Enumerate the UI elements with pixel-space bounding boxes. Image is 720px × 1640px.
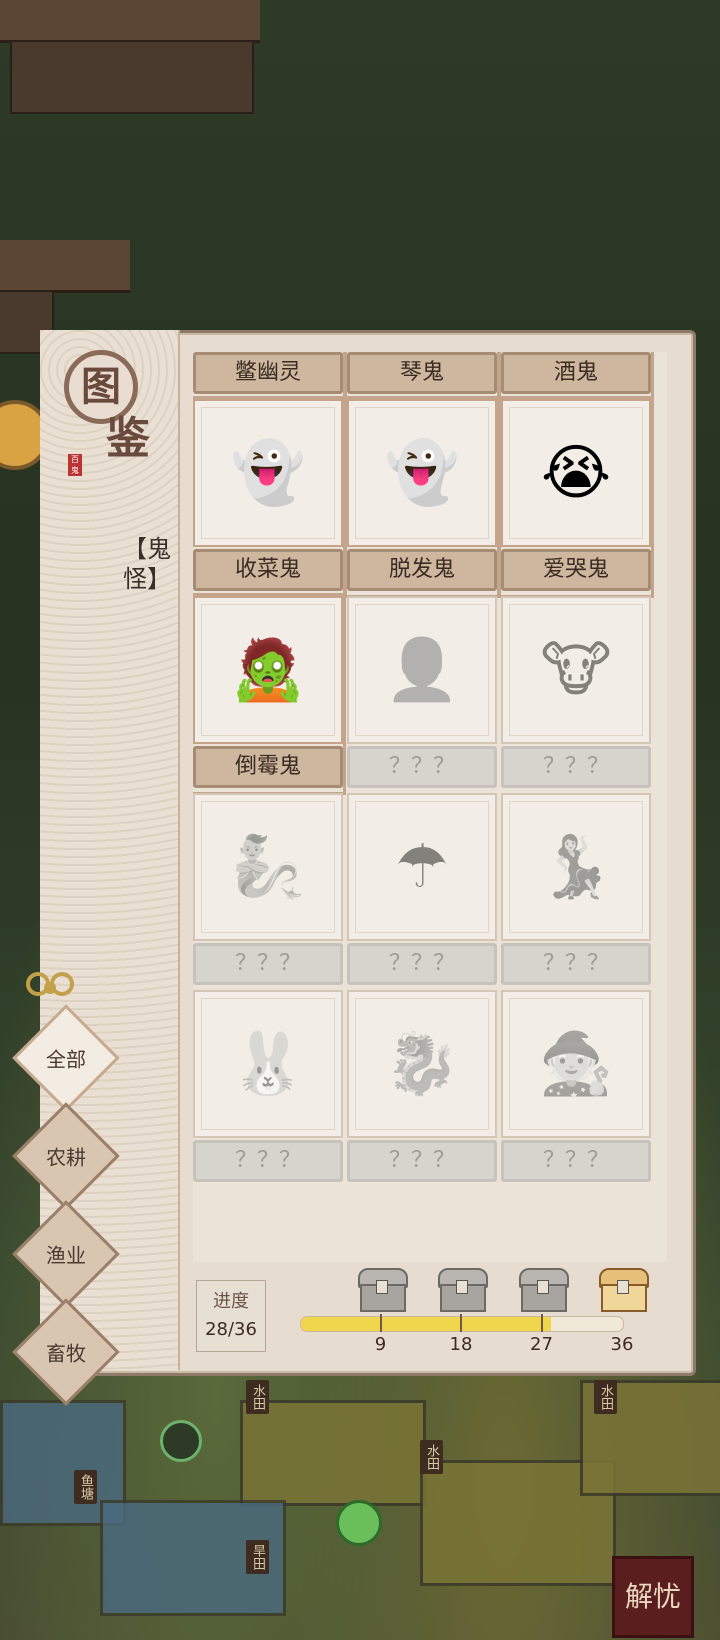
relief-badge[interactable]: 解忧 [612, 1556, 694, 1638]
ghost-name: ？？？ [193, 1140, 343, 1182]
field-sign: 水田 [246, 1380, 269, 1414]
progress-bar [300, 1316, 624, 1332]
milestone-tick [540, 1314, 543, 1332]
ghost-card[interactable]: ☂ ？？？ [347, 793, 497, 989]
locked-ghost-icon: ☂ [395, 832, 449, 902]
field-sign: 水田 [594, 1380, 617, 1414]
encyclopedia-logo: 图 鉴 百鬼 [64, 350, 174, 480]
ghost-card[interactable]: 😭 爱哭鬼 [498, 396, 654, 598]
ghost-portrait: 👤 [347, 596, 497, 744]
milestone-label: 18 [449, 1334, 473, 1355]
ghost-card[interactable]: 🐮 ？？？ [501, 596, 651, 792]
progress-box: 进度 28/36 [196, 1280, 266, 1352]
unlucky-ghost-icon: 🧟 [230, 635, 306, 705]
ghost-portrait: 🐰 [193, 990, 343, 1138]
ghost-name: 收菜鬼 [193, 549, 343, 591]
ghost-card[interactable]: 酒鬼 [498, 352, 654, 401]
category-tab-label: 农耕 [46, 1145, 86, 1170]
category-title: 【鬼怪】 [123, 535, 171, 593]
ghost-name: 爱哭鬼 [501, 549, 651, 591]
ghost-card[interactable]: 💃 ？？？ [501, 793, 651, 989]
locked-ghost-icon: 💃 [538, 832, 614, 902]
ghost-name: 酒鬼 [501, 352, 651, 394]
ghost-card[interactable]: 琴鬼 [344, 352, 500, 401]
ghost-portrait: 💃 [501, 793, 651, 941]
collection-progress: 进度 28/36 9 18 27 36 [180, 1258, 676, 1362]
ghost-card[interactable]: 🧞 ？？？ [193, 793, 343, 989]
ghost-card[interactable]: 👻 脱发鬼 [344, 396, 500, 598]
ghost-portrait: 😭 [501, 399, 651, 547]
harvest-indicator-icon[interactable] [160, 1420, 202, 1462]
house-roof [0, 0, 260, 43]
logo-sub-char: 鉴 [106, 413, 150, 464]
reward-chest-icon[interactable] [357, 1268, 408, 1312]
ghost-name: ？？？ [347, 746, 497, 788]
ghost-name: ？？？ [501, 943, 651, 985]
pond-sign: 鱼塘 [74, 1470, 97, 1504]
ghost-name: ？？？ [347, 1140, 497, 1182]
progress-label: 进度 [213, 1291, 249, 1312]
ghost-portrait: 👻 [193, 399, 343, 547]
reward-chest-icon[interactable] [518, 1268, 569, 1312]
ghost-name: 脱发鬼 [347, 549, 497, 591]
ghost-card[interactable]: 👤 ？？？ [347, 596, 497, 792]
milestone-label: 27 [530, 1334, 553, 1355]
milestone-tick [379, 1314, 382, 1332]
ghost-portrait: 🐉 [347, 990, 497, 1138]
field-sign: 旱田 [246, 1540, 269, 1574]
ghost-portrait: 🐮 [501, 596, 651, 744]
upgrade-arrow-icon[interactable] [336, 1500, 382, 1546]
field-sign: 水田 [420, 1440, 443, 1474]
scholar-ghost-icon: 👻 [384, 438, 460, 508]
category-tab-label: 渔业 [46, 1243, 86, 1268]
ghost-portrait: 🧙 [501, 990, 651, 1138]
ghost-name: 琴鬼 [347, 352, 497, 394]
ghost-portrait: 🧞 [193, 793, 343, 941]
ghost-name: ？？？ [193, 943, 343, 985]
milestone-label: 36 [610, 1334, 634, 1355]
ghost-card[interactable]: 🐉 ？？？ [347, 990, 497, 1186]
ghost-name: ？？？ [347, 943, 497, 985]
crying-ghost-icon: 😭 [540, 438, 612, 508]
progress-value: 28/36 [205, 1319, 257, 1340]
locked-ghost-icon: 🧙 [538, 1029, 614, 1099]
house [10, 40, 254, 114]
ghost-card[interactable]: 🐰 ？？？ [193, 990, 343, 1186]
reward-chest-icon[interactable] [438, 1268, 488, 1312]
ghost-card[interactable]: 🧟 倒霉鬼 [193, 593, 346, 795]
ghost-portrait: 👻 [347, 399, 497, 547]
knot-ornament-icon [22, 968, 78, 1002]
locked-ghost-icon: 👤 [384, 635, 460, 705]
category-tab-label: 畜牧 [46, 1341, 86, 1366]
house-roof [0, 240, 130, 293]
ghost-card[interactable]: 🧙 ？？？ [501, 990, 651, 1186]
category-tab-label: 全部 [46, 1047, 86, 1072]
locked-ghost-icon: 🐮 [540, 635, 612, 705]
ghost-name: 倒霉鬼 [193, 746, 343, 788]
farmer-ghost-icon: 👻 [230, 438, 306, 508]
progress-bar-fill [301, 1317, 552, 1331]
crop-field[interactable] [240, 1400, 426, 1506]
ghost-name: ？？？ [501, 1140, 651, 1182]
ghost-portrait: ☂ [347, 793, 497, 941]
locked-ghost-icon: 🧞 [230, 832, 306, 902]
milestone-label: 9 [374, 1334, 387, 1355]
ghost-card-grid[interactable]: 鳖幽灵 琴鬼 酒鬼 👻 收菜鬼 👻 脱发鬼 😭 爱哭鬼 🧟 倒霉鬼 👤？？？ 🐮？？？ 🧞？？？ ☂？？？ 💃… [193, 352, 667, 1262]
ghost-name: ？？？ [501, 746, 651, 788]
reward-chest-icon[interactable] [599, 1268, 649, 1312]
milestone-tick [460, 1314, 462, 1332]
ghost-name: 鳖幽灵 [193, 352, 343, 394]
locked-ghost-icon: 🐰 [230, 1029, 306, 1099]
ghost-card[interactable]: 👻 收菜鬼 [193, 396, 346, 598]
logo-seal: 百鬼 [68, 454, 82, 476]
locked-ghost-icon: 🐉 [384, 1029, 460, 1099]
ghost-card[interactable]: 鳖幽灵 [193, 352, 346, 401]
ghost-portrait: 🧟 [193, 596, 343, 744]
